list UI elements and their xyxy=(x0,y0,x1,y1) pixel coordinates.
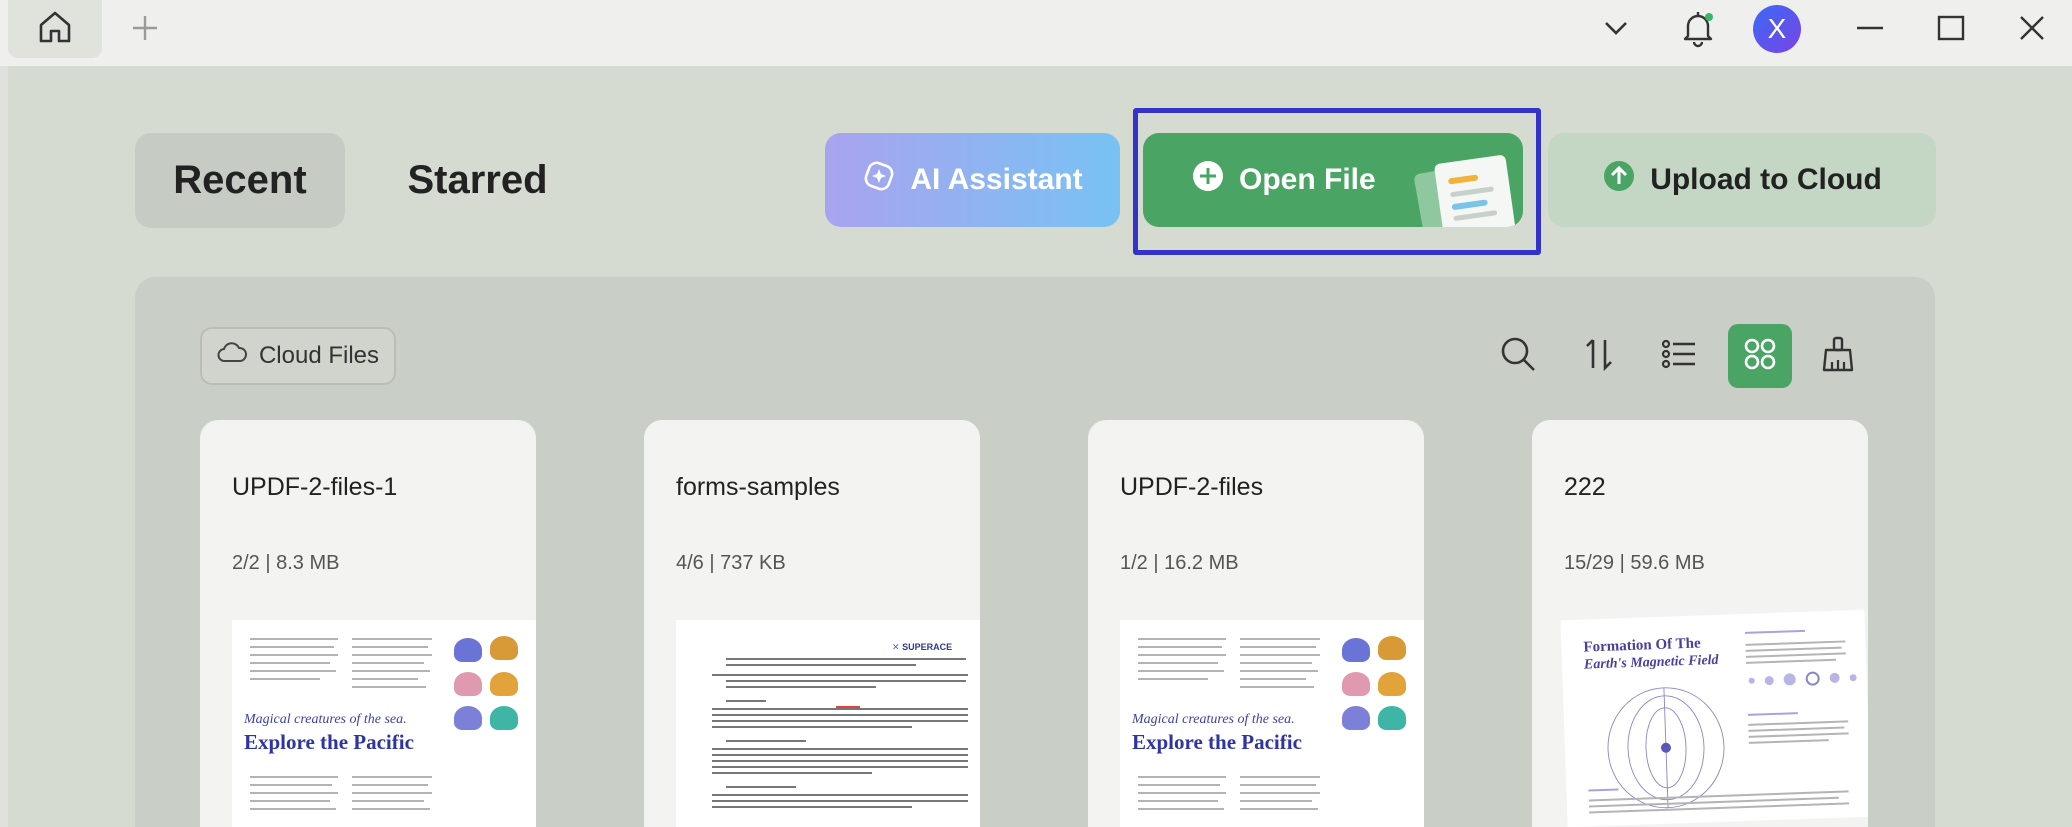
tab-recent[interactable]: Recent xyxy=(135,133,345,228)
file-card[interactable]: 222 15/29 | 59.6 MB Formation Of The Ear… xyxy=(1532,420,1868,827)
file-thumbnail: ✕ SUPERACE xyxy=(676,620,980,827)
chevron-down-icon xyxy=(1603,15,1629,46)
grid-view-button[interactable] xyxy=(1728,324,1792,388)
dropdown-button[interactable] xyxy=(1592,6,1640,54)
sort-button[interactable] xyxy=(1567,324,1631,388)
file-card[interactable]: forms-samples 4/6 | 737 KB ✕ SUPERACE xyxy=(644,420,980,827)
tab-starred-label: Starred xyxy=(407,158,548,202)
list-view-button[interactable] xyxy=(1647,324,1711,388)
grid-icon xyxy=(1740,334,1780,379)
file-card[interactable]: UPDF-2-files-1 2/2 | 8.3 MB Magical crea… xyxy=(200,420,536,827)
broom-icon xyxy=(1818,334,1858,379)
user-avatar[interactable]: X xyxy=(1753,5,1801,53)
minimize-button[interactable] xyxy=(1846,6,1894,54)
thumbnail-subtitle: Magical creatures of the sea. xyxy=(1132,712,1295,727)
open-file-button[interactable]: Open File xyxy=(1143,133,1523,227)
file-card[interactable]: UPDF-2-files 1/2 | 16.2 MB Magical creat… xyxy=(1088,420,1424,827)
file-meta: 1/2 | 16.2 MB xyxy=(1120,552,1239,574)
maximize-icon xyxy=(1936,13,1966,48)
upload-to-cloud-button[interactable]: Upload to Cloud xyxy=(1548,133,1936,227)
close-icon xyxy=(2017,13,2047,48)
plus-circle-icon xyxy=(1191,159,1225,201)
ai-assistant-button[interactable]: AI Assistant xyxy=(825,133,1120,227)
upload-arrow-icon xyxy=(1602,159,1636,201)
bell-icon xyxy=(1678,8,1718,53)
ai-assistant-label: AI Assistant xyxy=(910,163,1083,196)
thumbnail-title: Explore the Pacific xyxy=(1132,730,1302,754)
notifications-button[interactable] xyxy=(1674,6,1722,54)
file-meta: 4/6 | 737 KB xyxy=(676,552,786,574)
phase-dots-icon xyxy=(1748,670,1857,688)
tab-starred[interactable]: Starred xyxy=(380,133,575,228)
ai-sparkle-icon xyxy=(862,159,896,201)
sort-icon xyxy=(1579,334,1619,379)
open-file-label: Open File xyxy=(1239,163,1376,196)
list-icon xyxy=(1659,334,1699,379)
thumbnail-subtitle: Magical creatures of the sea. xyxy=(244,712,407,727)
search-button[interactable] xyxy=(1486,324,1550,388)
cloud-files-button[interactable]: Cloud Files xyxy=(200,327,396,385)
thumbnail-title: Explore the Pacific xyxy=(244,730,414,754)
file-thumbnail: Magical creatures of the sea. Explore th… xyxy=(1120,620,1424,827)
file-name: forms-samples xyxy=(676,473,840,501)
home-tab[interactable] xyxy=(8,0,102,58)
file-meta: 2/2 | 8.3 MB xyxy=(232,552,340,574)
title-bar: X xyxy=(0,0,2072,66)
documents-illustration-icon xyxy=(1405,147,1523,227)
file-name: UPDF-2-files xyxy=(1120,473,1264,501)
tab-recent-label: Recent xyxy=(173,158,307,202)
minimize-icon xyxy=(1855,13,1885,48)
close-button[interactable] xyxy=(2008,6,2056,54)
maximize-button[interactable] xyxy=(1927,6,1975,54)
file-thumbnail: Formation Of The Earth's Magnetic Field xyxy=(1560,609,1868,827)
plus-icon xyxy=(131,14,159,47)
cloud-icon xyxy=(217,341,247,372)
file-name: 222 xyxy=(1564,473,1606,501)
thumbnail-brand: ✕ SUPERACE xyxy=(892,642,953,652)
file-meta: 15/29 | 59.6 MB xyxy=(1564,552,1705,574)
file-thumbnail: Magical creatures of the sea. Explore th… xyxy=(232,620,536,827)
avatar-letter: X xyxy=(1767,13,1787,44)
clean-button[interactable] xyxy=(1806,324,1870,388)
new-tab-button[interactable] xyxy=(125,10,165,50)
home-icon xyxy=(35,7,75,52)
cloud-files-label: Cloud Files xyxy=(258,342,380,369)
thumbnail-title: Earth's Magnetic Field xyxy=(1583,652,1719,673)
upload-label: Upload to Cloud xyxy=(1650,163,1882,196)
file-name: UPDF-2-files-1 xyxy=(232,473,398,501)
search-icon xyxy=(1498,334,1538,379)
